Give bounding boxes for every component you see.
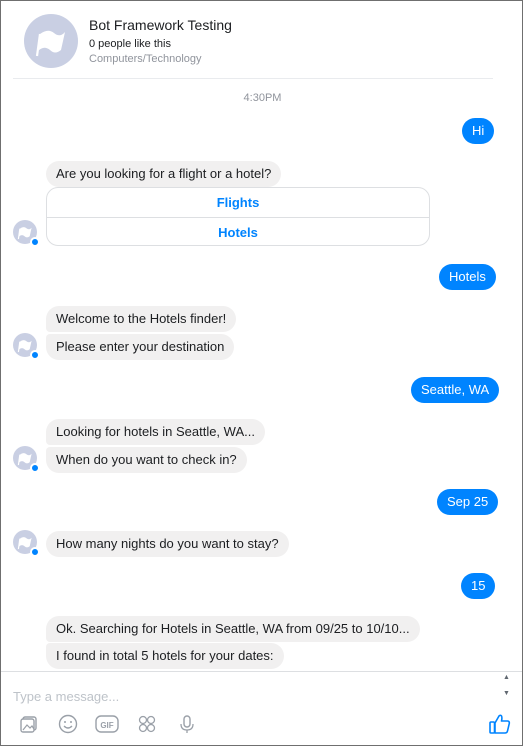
flag-icon xyxy=(35,30,65,57)
quick-reply-flights-button[interactable]: Flights xyxy=(47,188,429,217)
bot-message[interactable]: I found in total 5 hotels for your dates… xyxy=(46,643,284,669)
user-message[interactable]: Hi xyxy=(462,118,495,144)
emoji-icon xyxy=(58,714,78,734)
user-message[interactable]: Hotels xyxy=(439,264,496,290)
messenger-badge-icon xyxy=(30,237,40,247)
bot-message[interactable]: When do you want to check in? xyxy=(46,447,247,473)
thumbs-up-icon xyxy=(489,714,511,734)
page-name[interactable]: Bot Framework Testing xyxy=(89,17,232,33)
gif-button[interactable]: GIF xyxy=(94,713,120,735)
photo-icon xyxy=(20,716,37,733)
conversation-header: Bot Framework Testing 0 people like this… xyxy=(1,1,522,79)
quick-replies-card: Flights Hotels xyxy=(46,187,430,246)
message-input[interactable]: Type a message... xyxy=(13,689,119,704)
bot-message[interactable]: Please enter your destination xyxy=(46,334,235,360)
scroll-down-arrow-icon[interactable]: ▼ xyxy=(503,690,510,697)
messenger-badge-icon xyxy=(30,350,40,360)
page-likes: 0 people like this xyxy=(89,38,171,50)
stickers-button[interactable] xyxy=(136,713,158,735)
bot-avatar[interactable] xyxy=(13,220,40,247)
user-message[interactable]: Sep 25 xyxy=(437,489,499,515)
bot-message[interactable]: How many nights do you want to stay? xyxy=(46,531,289,557)
photo-button[interactable] xyxy=(18,713,40,735)
quick-reply-hotels-button[interactable]: Hotels xyxy=(47,217,429,245)
messenger-badge-icon xyxy=(30,463,40,473)
stickers-icon xyxy=(138,715,156,733)
header-divider xyxy=(13,78,493,79)
svg-text:GIF: GIF xyxy=(100,721,113,730)
user-message[interactable]: 15 xyxy=(461,573,496,599)
messenger-window: Bot Framework Testing 0 people like this… xyxy=(0,0,523,746)
composer-divider xyxy=(1,671,522,672)
bot-avatar[interactable] xyxy=(13,333,40,360)
page-avatar[interactable] xyxy=(24,14,78,68)
bot-message[interactable]: Are you looking for a flight or a hotel? xyxy=(46,161,282,187)
bot-message[interactable]: Welcome to the Hotels finder! xyxy=(46,306,237,332)
voice-clip-button[interactable] xyxy=(176,713,198,735)
scroll-up-arrow-icon[interactable]: ▲ xyxy=(503,674,510,681)
message-timestamp: 4:30PM xyxy=(243,92,282,104)
emoji-button[interactable] xyxy=(57,713,79,735)
bot-message[interactable]: Looking for hotels in Seattle, WA... xyxy=(46,419,265,445)
microphone-icon xyxy=(180,715,194,733)
messenger-badge-icon xyxy=(30,547,40,557)
send-like-button[interactable] xyxy=(488,712,512,736)
user-message[interactable]: Seattle, WA xyxy=(411,377,500,403)
page-category: Computers/Technology xyxy=(89,53,202,65)
bot-message[interactable]: Ok. Searching for Hotels in Seattle, WA … xyxy=(46,616,420,642)
bot-avatar[interactable] xyxy=(13,530,40,557)
gif-icon: GIF xyxy=(95,715,119,733)
bot-avatar[interactable] xyxy=(13,446,40,473)
